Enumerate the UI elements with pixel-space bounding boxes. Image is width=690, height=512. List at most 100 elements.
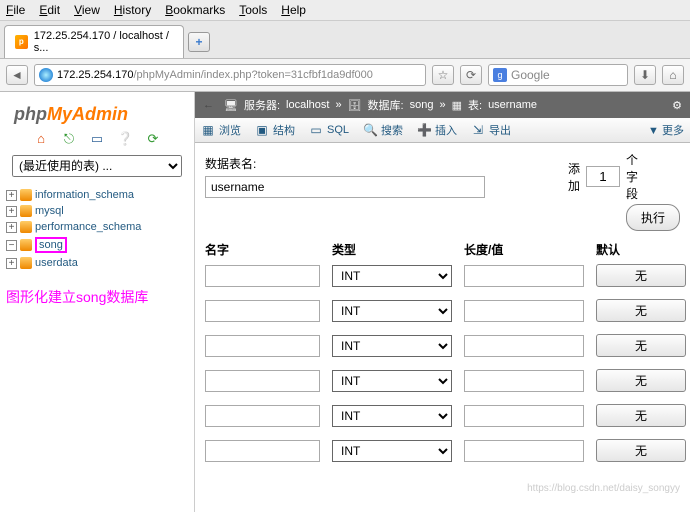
field-name-input[interactable] <box>205 405 320 427</box>
tab-SQL[interactable]: ▭SQL <box>309 123 349 137</box>
expand-icon[interactable]: + <box>6 206 17 217</box>
bc-db[interactable]: song <box>410 99 434 111</box>
new-tab-button[interactable]: + <box>188 32 210 52</box>
field-row: INT无 <box>205 334 680 357</box>
annotation-text: 图形化建立song数据库 <box>6 287 188 307</box>
field-name-input[interactable] <box>205 265 320 287</box>
tab-icon: ⇲ <box>471 123 485 137</box>
tab-导出[interactable]: ⇲导出 <box>471 122 511 138</box>
execute-button[interactable]: 执行 <box>626 204 680 231</box>
bookmark-button[interactable]: ☆ <box>432 65 454 85</box>
field-type-select[interactable]: INT <box>332 335 452 357</box>
db-item-performance_schema[interactable]: +performance_schema <box>6 219 188 235</box>
field-length-input[interactable] <box>464 300 584 322</box>
expand-icon[interactable]: + <box>6 258 17 269</box>
hdr-default: 默认 <box>596 241 686 258</box>
field-default-button[interactable]: 无 <box>596 299 686 322</box>
field-default-button[interactable]: 无 <box>596 334 686 357</box>
menu-bookmarks[interactable]: Bookmarks <box>165 3 225 17</box>
menu-help[interactable]: Help <box>281 3 306 17</box>
db-icon <box>20 221 32 233</box>
db-icon <box>20 205 32 217</box>
sidebar-toolbar: ⌂ ⎋ ▭ ❔ ⟳ <box>6 131 188 147</box>
url-box[interactable]: 172.25.254.170/phpMyAdmin/index.php?toke… <box>34 64 426 86</box>
field-length-input[interactable] <box>464 440 584 462</box>
bc-server[interactable]: localhost <box>286 99 329 111</box>
tab-icon: 🔍 <box>363 123 377 137</box>
tab-浏览[interactable]: ▦浏览 <box>201 122 241 138</box>
field-row: INT无 <box>205 439 680 462</box>
server-icon: 🖥 <box>224 99 238 112</box>
docs-icon[interactable]: ❔ <box>117 131 133 147</box>
field-default-button[interactable]: 无 <box>596 264 686 287</box>
db-item-mysql[interactable]: +mysql <box>6 203 188 219</box>
hdr-length: 长度/值 <box>464 241 584 258</box>
collapse-nav-icon[interactable]: ← <box>203 99 214 111</box>
main-pane: ← 🖥 服务器: localhost » 🗄 数据库: song » ▦ 表: … <box>195 92 690 512</box>
reload-icon[interactable]: ⟳ <box>145 131 161 147</box>
tablename-input[interactable] <box>205 176 485 198</box>
home-button[interactable]: ⌂ <box>662 65 684 85</box>
field-type-select[interactable]: INT <box>332 440 452 462</box>
browser-menubar: File Edit View History Bookmarks Tools Help <box>0 0 690 21</box>
browser-tab-bar: p 172.25.254.170 / localhost / s... + <box>0 21 690 59</box>
expand-icon[interactable]: − <box>6 240 17 251</box>
bc-table[interactable]: username <box>488 99 537 111</box>
create-table-form: 数据表名: 添加 个字段 执行 名字 类型 长度/值 默认 INT无INT <box>195 143 690 512</box>
sql-icon[interactable]: ▭ <box>89 131 105 147</box>
search-box[interactable]: g Google <box>488 64 628 86</box>
field-name-input[interactable] <box>205 300 320 322</box>
tab-插入[interactable]: ➕插入 <box>417 122 457 138</box>
expand-icon[interactable]: + <box>6 190 17 201</box>
tab-icon: ➕ <box>417 123 431 137</box>
menu-edit[interactable]: Edit <box>39 3 60 17</box>
field-default-button[interactable]: 无 <box>596 369 686 392</box>
field-row: INT无 <box>205 404 680 427</box>
logout-icon[interactable]: ⎋ <box>61 131 77 147</box>
field-type-select[interactable]: INT <box>332 405 452 427</box>
field-name-input[interactable] <box>205 335 320 357</box>
db-item-userdata[interactable]: +userdata <box>6 255 188 271</box>
field-type-select[interactable]: INT <box>332 265 452 287</box>
menu-history[interactable]: History <box>114 3 151 17</box>
menu-tools[interactable]: Tools <box>239 3 267 17</box>
tablename-label: 数据表名: <box>205 155 485 172</box>
menu-view[interactable]: View <box>74 3 100 17</box>
tab-搜索[interactable]: 🔍搜索 <box>363 122 403 138</box>
browser-tab[interactable]: p 172.25.254.170 / localhost / s... <box>4 25 184 58</box>
recent-tables[interactable]: (最近使用的表) ... <box>12 155 182 177</box>
tab-more[interactable]: ▼ 更多 <box>648 122 684 138</box>
field-default-button[interactable]: 无 <box>596 404 686 427</box>
hdr-type: 类型 <box>332 241 452 258</box>
field-type-select[interactable]: INT <box>332 300 452 322</box>
home-icon[interactable]: ⌂ <box>33 131 49 147</box>
db-item-information_schema[interactable]: +information_schema <box>6 187 188 203</box>
fields-label: 个字段 <box>626 151 638 202</box>
field-name-input[interactable] <box>205 370 320 392</box>
field-length-input[interactable] <box>464 335 584 357</box>
field-name-input[interactable] <box>205 440 320 462</box>
search-engine-icon: g <box>493 68 507 82</box>
add-count-input[interactable] <box>586 166 620 187</box>
back-button[interactable]: ◄ <box>6 65 28 85</box>
expand-icon[interactable]: + <box>6 222 17 233</box>
tab-icon: ▦ <box>201 123 215 137</box>
db-icon: 🗄 <box>348 99 362 112</box>
db-item-song[interactable]: −song <box>6 235 188 255</box>
recent-select[interactable]: (最近使用的表) ... <box>12 155 182 177</box>
address-bar: ◄ 172.25.254.170/phpMyAdmin/index.php?to… <box>0 59 690 92</box>
db-icon <box>20 239 32 251</box>
database-tree: +information_schema+mysql+performance_sc… <box>6 187 188 271</box>
pma-favicon: p <box>15 35 28 49</box>
field-row: INT无 <box>205 264 680 287</box>
reload-button[interactable]: ⟳ <box>460 65 482 85</box>
field-length-input[interactable] <box>464 370 584 392</box>
tab-结构[interactable]: ▣结构 <box>255 122 295 138</box>
field-length-input[interactable] <box>464 405 584 427</box>
field-default-button[interactable]: 无 <box>596 439 686 462</box>
field-type-select[interactable]: INT <box>332 370 452 392</box>
download-button[interactable]: ⬇ <box>634 65 656 85</box>
settings-icon[interactable]: ⚙ <box>672 99 682 112</box>
menu-file[interactable]: File <box>6 3 25 17</box>
field-length-input[interactable] <box>464 265 584 287</box>
